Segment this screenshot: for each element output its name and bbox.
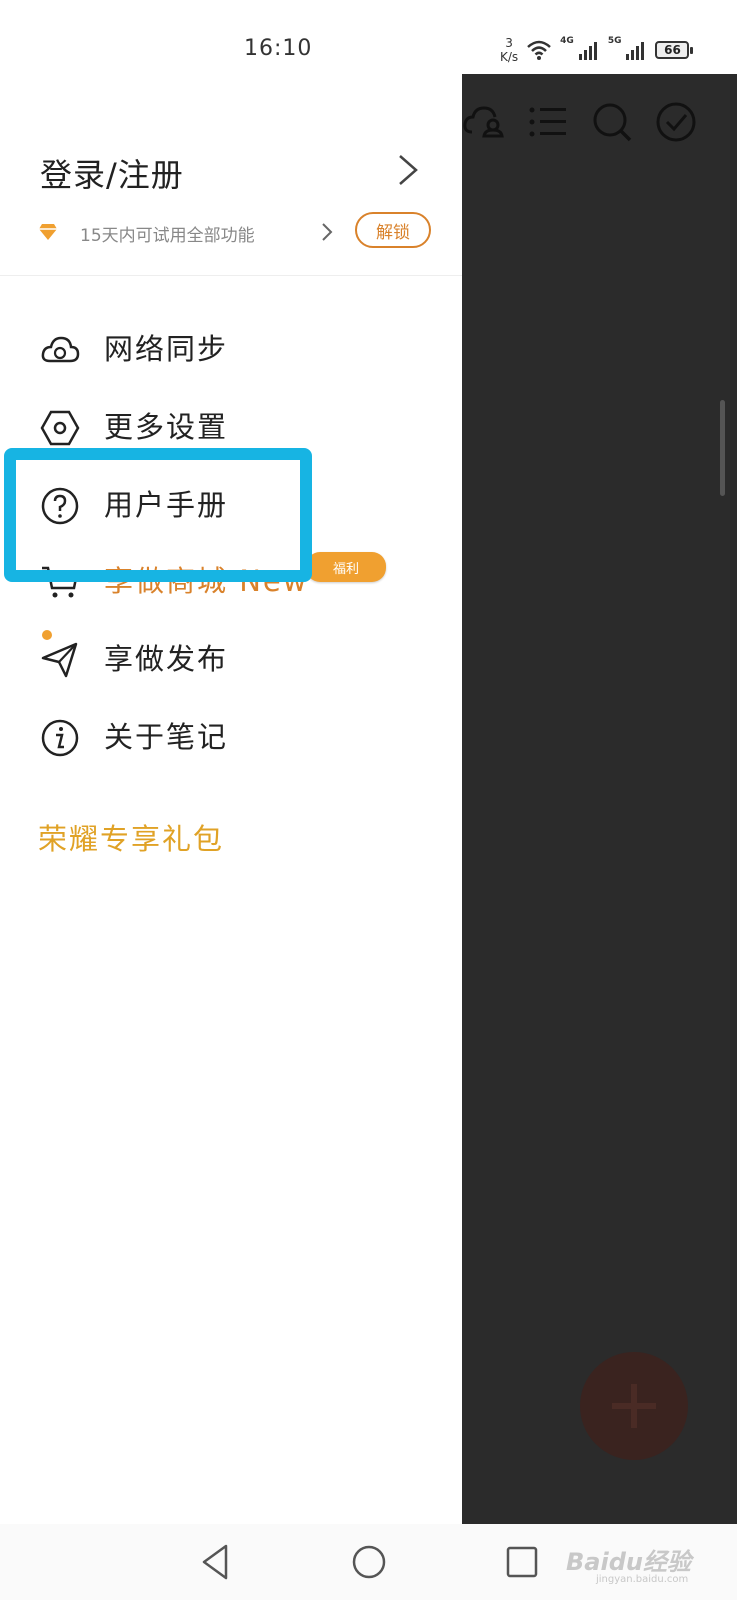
check-circle-icon[interactable] [654,100,698,144]
chevron-right-icon [399,155,418,185]
signal-bars-icon [626,42,645,60]
recents-icon[interactable] [498,1538,546,1586]
info-icon [41,719,79,757]
add-note-button[interactable] [580,1352,688,1460]
signal-bars-icon [578,42,597,60]
menu-label: 关于笔记 [104,720,229,754]
status-time: 16:10 [244,36,313,61]
diamond-icon [39,224,57,240]
signal1-type: 4G [560,36,574,46]
battery-level: 66 [664,43,681,57]
baidu-watermark-url: jingyan.baidu.com [596,1574,689,1585]
welfare-badge: 福利 [306,552,386,582]
wifi-icon [527,40,552,60]
menu-item-about[interactable]: 关于笔记 [40,714,440,762]
highlight-annotation-box [4,448,312,582]
menu-item-publish[interactable]: 享做发布 [40,630,440,684]
menu-label: 网络同步 [104,332,229,366]
cloud-user-icon[interactable] [462,100,506,144]
system-nav-bar: Baidu经验 jingyan.baidu.com [0,1524,737,1600]
main-toolbar [462,100,737,144]
signal2-type: 5G [607,36,622,46]
search-icon[interactable] [590,100,634,144]
trial-text: 15天内可试用全部功能 [80,226,255,246]
status-bar: 16:10 3 K/s 4G 5G 66 [0,0,737,74]
scrollbar[interactable] [720,400,725,496]
back-icon[interactable] [192,1538,240,1586]
honor-gift-pack-link[interactable]: 荣耀专享礼包 [38,816,224,858]
network-speed-unit: K/s [500,50,519,64]
login-register-title: 登录/注册 [40,156,184,194]
hexagon-settings-icon [40,410,80,446]
network-speed-value: 3 [505,36,513,50]
list-icon[interactable] [526,100,570,144]
unlock-button[interactable]: 解锁 [355,212,431,248]
divider [0,275,462,276]
paper-plane-icon [41,642,78,678]
battery-icon: 66 [655,41,694,59]
status-indicators: 3 K/s 4G 5G 66 [500,32,694,68]
login-register-row[interactable]: 登录/注册 [40,150,420,194]
home-icon[interactable] [345,1538,393,1586]
menu-label: 更多设置 [104,410,229,444]
chevron-right-icon [322,223,333,241]
menu-label: 享做发布 [104,642,229,676]
menu-item-more-settings[interactable]: 更多设置 [40,404,440,452]
menu-item-network-sync[interactable]: 网络同步 [40,326,440,374]
notification-dot [42,630,52,640]
cloud-sync-icon [41,336,80,363]
navigation-drawer: 登录/注册 15天内可试用全部功能 解锁 网络同步 更多设置 用户手册 享做商城… [0,74,462,1524]
trial-row[interactable]: 15天内可试用全部功能 解锁 [38,212,434,252]
baidu-watermark: Baidu经验 [566,1548,691,1576]
network-speed: 3 K/s [500,36,518,64]
plus-icon [612,1384,656,1428]
dimmed-main-content[interactable] [462,74,737,1524]
